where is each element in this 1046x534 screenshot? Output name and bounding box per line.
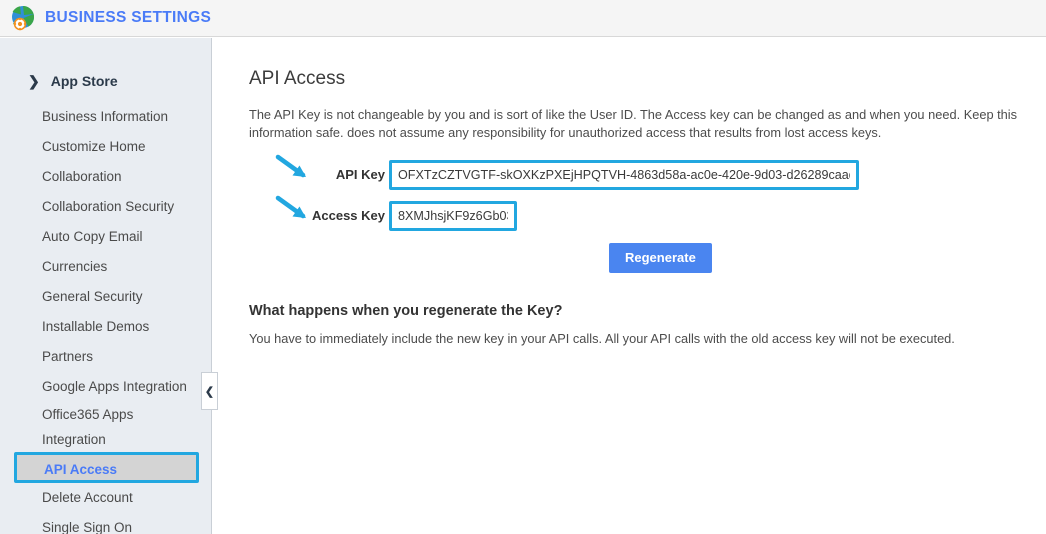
sidebar-section-label: App Store — [50, 73, 118, 89]
sidebar-item-auto-copy-email[interactable]: Auto Copy Email — [0, 222, 211, 252]
api-key-label-cell: API Key — [249, 154, 389, 192]
sidebar-item-delete-account[interactable]: Delete Account — [0, 483, 211, 513]
sidebar-item-collaboration[interactable]: Collaboration — [0, 162, 211, 192]
chevron-left-icon: ❮ — [204, 385, 215, 398]
regenerate-button[interactable]: Regenerate — [609, 243, 712, 273]
main-content: API Access The API Key is not changeable… — [213, 38, 1046, 534]
sidebar: ❯ App Store Business Information Customi… — [0, 38, 212, 534]
regenerate-button-row: Regenerate — [249, 243, 1034, 273]
regenerate-info-heading: What happens when you regenerate the Key… — [249, 303, 563, 319]
access-key-input[interactable] — [392, 204, 514, 228]
arrow-down-right-icon — [275, 195, 315, 228]
sidebar-item-collaboration-security[interactable]: Collaboration Security — [0, 192, 211, 222]
app-header: BUSINESS SETTINGS — [0, 0, 1046, 37]
sidebar-item-currencies[interactable]: Currencies — [0, 252, 211, 282]
chevron-right-icon: ❯ — [28, 73, 40, 89]
page-title: API Access — [249, 68, 346, 89]
sidebar-item-api-access[interactable]: API Access — [14, 452, 199, 483]
api-key-field-highlight — [389, 160, 859, 190]
sidebar-item-customize-home[interactable]: Customize Home — [0, 132, 211, 162]
page-description: The API Key is not changeable by you and… — [249, 107, 1018, 140]
sidebar-item-single-sign-on[interactable]: Single Sign On — [0, 513, 211, 534]
sidebar-collapse-handle[interactable]: ❮ — [201, 372, 218, 410]
access-key-label: Access Key — [312, 208, 385, 223]
sidebar-nav-list: Business Information Customize Home Coll… — [0, 102, 211, 534]
sidebar-item-general-security[interactable]: General Security — [0, 282, 211, 312]
sidebar-item-installable-demos[interactable]: Installable Demos — [0, 312, 211, 342]
app-title: BUSINESS SETTINGS — [45, 9, 212, 26]
api-keys-block: API Key Access Key Regenerate — [249, 154, 1034, 273]
access-key-label-cell: Access Key — [249, 195, 389, 233]
sidebar-section-app-store[interactable]: ❯ App Store — [0, 60, 211, 102]
sidebar-item-partners[interactable]: Partners — [0, 342, 211, 372]
access-key-field-highlight — [389, 201, 517, 231]
api-key-label: API Key — [335, 167, 385, 182]
arrow-down-right-icon — [275, 154, 315, 187]
sidebar-item-office365-apps-integration[interactable]: Office365 Apps Integration — [0, 402, 211, 452]
api-key-row: API Key — [249, 154, 1034, 192]
sidebar-item-google-apps-integration[interactable]: Google Apps Integration — [0, 372, 211, 402]
access-key-row: Access Key — [249, 195, 1034, 233]
regenerate-info-description: You have to immediately include the new … — [249, 331, 955, 346]
globe-gear-icon — [10, 5, 36, 31]
api-key-input[interactable] — [392, 163, 856, 187]
sidebar-item-business-information[interactable]: Business Information — [0, 102, 211, 132]
